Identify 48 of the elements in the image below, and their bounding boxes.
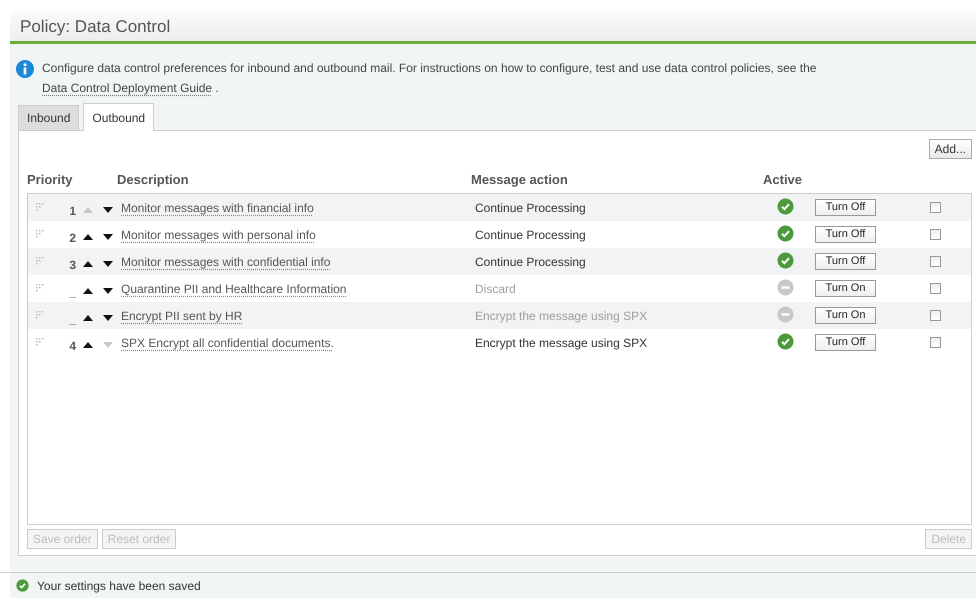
policy-link[interactable]: Monitor messages with financial info: [118, 200, 314, 214]
column-header: Priority: [27, 172, 74, 187]
priority-number: 1: [69, 202, 77, 218]
toggle-button[interactable]: Turn On: [815, 307, 876, 324]
tab[interactable]: Inbound: [18, 105, 80, 130]
message-action: Encrypt the message using SPX: [474, 336, 648, 350]
message-action: Encrypt the message using SPX: [474, 308, 648, 322]
drag-handle-icon[interactable]: [36, 281, 44, 289]
page-title: Policy: Data Control: [20, 16, 170, 36]
toggle-button[interactable]: Turn Off: [815, 226, 876, 243]
priority-number: _: [69, 284, 78, 298]
message-action: Continue Processing: [474, 254, 587, 268]
priority-number: 2: [69, 230, 77, 244]
row-checkbox[interactable]: [930, 256, 941, 267]
toggle-button[interactable]: Turn Off: [815, 253, 876, 270]
priority-number: 4: [69, 338, 77, 352]
policy-link[interactable]: Monitor messages with personal info: [118, 228, 316, 242]
drag-handle-icon[interactable]: [36, 227, 44, 235]
row-checkbox[interactable]: [930, 337, 941, 348]
policy-link[interactable]: Encrypt PII sent by HR: [118, 308, 242, 322]
info-icon: [16, 60, 34, 78]
drag-handle-icon[interactable]: [36, 200, 44, 208]
info-text: Configure data control preferences for inbound and outbound mail. For instructions on how to configure, test and use data control policies, see the Data Control Deployment Guide .: [42, 60, 818, 95]
tab[interactable]: Outbound: [83, 103, 154, 131]
status-message: Your settings have been saved: [37, 578, 201, 592]
policy-link[interactable]: SPX Encrypt all confidential documents.: [118, 336, 334, 350]
toggle-button[interactable]: Turn Off: [815, 199, 876, 216]
toggle-button[interactable]: Turn On: [815, 280, 876, 297]
column-header: Description: [117, 172, 190, 187]
policy-link[interactable]: Monitor messages with confidential info: [118, 254, 330, 268]
toggle-button[interactable]: Turn Off: [815, 334, 876, 351]
add-button[interactable]: Add...: [928, 139, 972, 159]
row-checkbox[interactable]: [930, 202, 941, 213]
message-action: Discard: [474, 282, 517, 296]
message-action: Continue Processing: [474, 200, 587, 214]
drag-handle-icon[interactable]: [36, 254, 44, 262]
drag-handle-icon[interactable]: [36, 308, 44, 316]
drag-handle-icon[interactable]: [36, 335, 44, 343]
guide-link[interactable]: Data Control Deployment Guide: [42, 81, 212, 95]
row-checkbox[interactable]: [930, 283, 941, 294]
row-checkbox[interactable]: [930, 229, 941, 240]
priority-number: 3: [69, 256, 77, 272]
message-action: Continue Processing: [474, 228, 587, 242]
column-header: Active: [763, 172, 804, 187]
row-checkbox[interactable]: [930, 310, 941, 321]
priority-number: _: [69, 310, 78, 326]
policy-link[interactable]: Quarantine PII and Healthcare Information: [118, 282, 346, 296]
check-circle-icon: [16, 579, 29, 592]
